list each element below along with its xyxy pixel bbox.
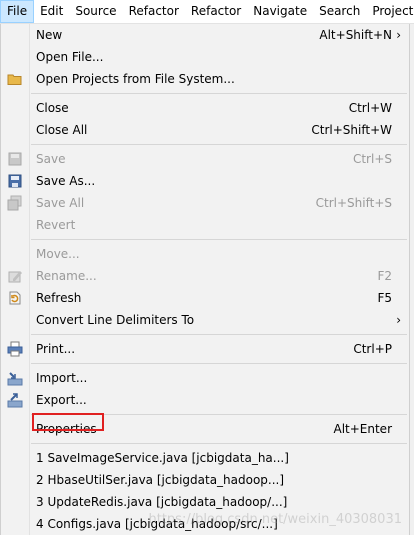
menu-item-revert[interactable]: Revert xyxy=(1,214,409,236)
separator xyxy=(31,363,407,364)
menu-item-label: Open Projects from File System... xyxy=(36,72,235,86)
menu-file[interactable]: File xyxy=(0,0,35,23)
menu-item-label: Open File... xyxy=(36,50,104,64)
file-menu-dropdown: New Alt+Shift+N › Open File... Open Proj… xyxy=(0,24,410,535)
menu-item-label: Save As... xyxy=(36,174,96,188)
menu-item-save-all[interactable]: Save All Ctrl+Shift+S xyxy=(1,192,409,214)
separator xyxy=(31,239,407,240)
menu-item-label: Close All xyxy=(36,123,88,137)
recent-file-3[interactable]: 3 UpdateRedis.java [jcbigdata_hadoop/...… xyxy=(1,491,409,513)
menu-item-save[interactable]: Save Ctrl+S xyxy=(1,148,409,170)
menu-item-new[interactable]: New Alt+Shift+N › xyxy=(1,24,409,46)
menu-bar: File Edit Source Refactor Refactor Navig… xyxy=(0,0,414,24)
separator xyxy=(31,334,407,335)
save-icon xyxy=(7,151,23,167)
menu-search[interactable]: Search xyxy=(313,0,366,23)
import-icon xyxy=(7,370,23,386)
menu-item-accel: Ctrl+Shift+S xyxy=(315,196,392,210)
refresh-icon xyxy=(7,290,23,306)
menu-item-close-all[interactable]: Close All Ctrl+Shift+W xyxy=(1,119,409,141)
menu-item-label: Save All xyxy=(36,196,85,210)
menu-item-open-file[interactable]: Open File... xyxy=(1,46,409,68)
menu-item-close[interactable]: Close Ctrl+W xyxy=(1,97,409,119)
separator xyxy=(31,93,407,94)
menu-item-refresh[interactable]: Refresh F5 xyxy=(1,287,409,309)
menu-item-accel: F2 xyxy=(377,269,392,283)
recent-file-1[interactable]: 1 SaveImageService.java [jcbigdata_ha...… xyxy=(1,447,409,469)
menu-item-label: New xyxy=(36,28,63,42)
menu-item-convert-line-delimiters[interactable]: Convert Line Delimiters To › xyxy=(1,309,409,331)
menu-edit[interactable]: Edit xyxy=(34,0,69,23)
menu-item-accel: Ctrl+S xyxy=(352,152,392,166)
menu-item-export[interactable]: Export... xyxy=(1,389,409,411)
menu-item-open-projects[interactable]: Open Projects from File System... xyxy=(1,68,409,90)
menu-item-accel: Ctrl+P xyxy=(353,342,392,356)
recent-file-label: 1 SaveImageService.java [jcbigdata_ha...… xyxy=(36,451,289,465)
menu-item-accel: F5 xyxy=(377,291,392,305)
menu-item-import[interactable]: Import... xyxy=(1,367,409,389)
menu-item-rename[interactable]: Rename... F2 xyxy=(1,265,409,287)
menu-navigate[interactable]: Navigate xyxy=(247,0,313,23)
menu-refactor[interactable]: Refactor xyxy=(123,0,185,23)
submenu-arrow-icon: › xyxy=(396,313,401,327)
menu-item-label: Import... xyxy=(36,371,88,385)
watermark: https://blog.csdn.net/weixin_40308031 xyxy=(148,512,402,527)
separator xyxy=(31,144,407,145)
folder-icon xyxy=(7,71,23,87)
submenu-arrow-icon: › xyxy=(396,28,401,42)
menu-item-accel: Ctrl+Shift+W xyxy=(311,123,392,137)
printer-icon xyxy=(7,341,23,357)
menu-item-label: Refresh xyxy=(36,291,82,305)
rename-icon xyxy=(7,268,23,284)
export-icon xyxy=(7,392,23,408)
menu-item-label: Export... xyxy=(36,393,87,407)
export-highlight-box xyxy=(32,413,104,431)
recent-file-label: 2 HbaseUtilSer.java [jcbigdata_hadoop...… xyxy=(36,473,285,487)
menu-item-move[interactable]: Move... xyxy=(1,243,409,265)
menu-item-label: Close xyxy=(36,101,69,115)
menu-project[interactable]: Project xyxy=(366,0,414,23)
save-all-icon xyxy=(7,195,23,211)
menu-source[interactable]: Source xyxy=(69,0,122,23)
menu-item-accel: Alt+Enter xyxy=(333,422,392,436)
menu-item-label: Move... xyxy=(36,247,80,261)
menu-item-print[interactable]: Print... Ctrl+P xyxy=(1,338,409,360)
menu-item-label: Convert Line Delimiters To xyxy=(36,313,195,327)
menu-refactor-2[interactable]: Refactor xyxy=(185,0,247,23)
menu-item-save-as[interactable]: Save As... xyxy=(1,170,409,192)
recent-file-2[interactable]: 2 HbaseUtilSer.java [jcbigdata_hadoop...… xyxy=(1,469,409,491)
save-as-icon xyxy=(7,173,23,189)
menu-item-label: Revert xyxy=(36,218,76,232)
separator xyxy=(31,443,407,444)
menu-item-accel: Alt+Shift+N xyxy=(319,28,392,42)
menu-item-label: Rename... xyxy=(36,269,97,283)
menu-item-label: Save xyxy=(36,152,66,166)
menu-item-accel: Ctrl+W xyxy=(348,101,392,115)
recent-file-label: 3 UpdateRedis.java [jcbigdata_hadoop/...… xyxy=(36,495,288,509)
menu-item-label: Print... xyxy=(36,342,76,356)
